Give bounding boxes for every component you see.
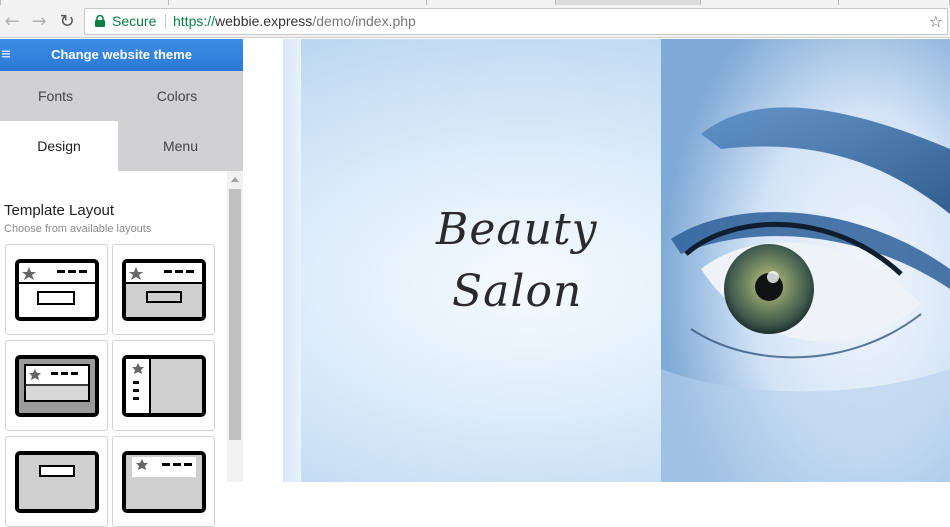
secure-label: Secure bbox=[112, 13, 157, 29]
section-subtitle: Choose from available layouts bbox=[4, 223, 152, 235]
address-divider bbox=[165, 14, 166, 29]
section-title: Template Layout bbox=[4, 202, 115, 219]
url-scheme: https:// bbox=[173, 13, 216, 29]
url-host: webbie.express bbox=[215, 13, 313, 29]
panel-header: ≡ Change website theme bbox=[0, 39, 243, 71]
reload-icon[interactable]: ↻ bbox=[56, 11, 78, 33]
star-icon[interactable]: ☆ bbox=[929, 9, 943, 34]
url-path: /demo/index.php bbox=[312, 13, 416, 29]
layout-option-2[interactable] bbox=[112, 244, 215, 335]
website-preview: Beauty Salon bbox=[301, 39, 950, 482]
tab-fonts[interactable]: Fonts bbox=[0, 71, 111, 121]
layout-option-1[interactable] bbox=[5, 244, 108, 335]
scroll-up-icon[interactable] bbox=[231, 177, 239, 182]
panel-body: Template Layout Choose from available la… bbox=[0, 171, 243, 527]
layout-header-top-white-icon bbox=[15, 259, 99, 321]
layout-option-3[interactable] bbox=[5, 340, 108, 431]
layout-header-top-gray-icon bbox=[122, 259, 206, 321]
theme-panel: ≡ Change website theme Fonts Colors Desi… bbox=[0, 39, 243, 527]
preview-gutter bbox=[243, 39, 283, 482]
scroll-thumb[interactable] bbox=[229, 189, 241, 440]
layout-option-4[interactable] bbox=[112, 340, 215, 431]
layout-header-top-gray-partial-icon bbox=[122, 451, 206, 513]
address-bar[interactable]: Secure https://webbie.express/demo/index… bbox=[84, 8, 948, 35]
layout-boxed-gray-partial-icon bbox=[15, 451, 99, 513]
tab-design[interactable]: Design bbox=[0, 121, 118, 171]
theme-tabs: Fonts Colors Design Menu bbox=[0, 71, 243, 171]
eye-hero-image bbox=[661, 39, 950, 482]
tab-menu[interactable]: Menu bbox=[118, 121, 243, 171]
panel-scrollbar[interactable] bbox=[227, 171, 243, 482]
browser-toolbar: ← → ↻ Secure https://webbie.express/demo… bbox=[0, 5, 950, 38]
panel-title: Change website theme bbox=[51, 47, 192, 62]
hero-title: Beauty Salon bbox=[436, 199, 596, 323]
hamburger-icon[interactable]: ≡ bbox=[0, 39, 12, 71]
lock-icon bbox=[95, 15, 105, 27]
hero-title-line2: Salon bbox=[452, 266, 583, 317]
layout-sidebar-left-icon bbox=[122, 355, 206, 417]
back-arrow-icon[interactable]: ← bbox=[1, 11, 23, 33]
hero-title-line1: Beauty bbox=[436, 204, 598, 255]
forward-arrow-icon[interactable]: → bbox=[28, 11, 50, 33]
tab-colors[interactable]: Colors bbox=[111, 71, 243, 121]
preview-edge bbox=[283, 39, 301, 482]
url-text: https://webbie.express/demo/index.php bbox=[173, 9, 416, 34]
layout-boxed-gray-icon bbox=[15, 355, 99, 417]
